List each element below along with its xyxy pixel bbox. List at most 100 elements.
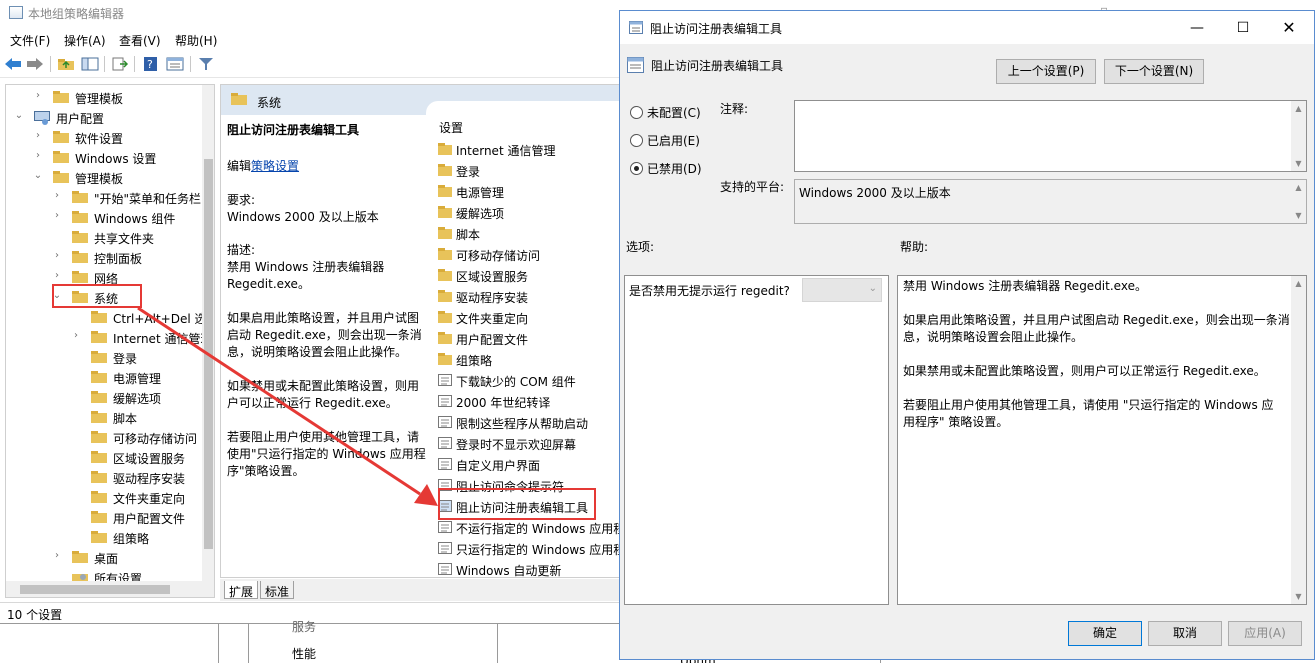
previous-setting-button[interactable]: 上一个设置(P) [996, 59, 1096, 84]
expand-icon[interactable]: › [71, 330, 81, 341]
tree-item[interactable]: 区域设置服务 [6, 447, 202, 467]
tree-item[interactable]: 文件夹重定向 [6, 487, 202, 507]
ok-button[interactable]: 确定 [1068, 621, 1142, 646]
maximize-icon[interactable]: ☐ [1220, 11, 1266, 44]
expand-icon[interactable]: › [33, 90, 43, 101]
policy-item[interactable]: 限制这些程序从帮助启动 [426, 411, 619, 432]
tree-item[interactable]: 共享文件夹 [6, 227, 202, 247]
comment-textarea[interactable]: ▲ ▼ [794, 100, 1307, 172]
policy-item[interactable]: 自定义用户界面 [426, 453, 619, 474]
tree-item[interactable]: › 管理模板 [6, 87, 202, 107]
forward-arrow-icon[interactable] [25, 55, 45, 73]
tree-item[interactable]: Ctrl+Alt+Del 选项 [6, 307, 214, 327]
edit-policy-link[interactable]: 策略设置 [251, 159, 299, 173]
settings-item-label: 2000 年世纪转译 [456, 396, 551, 410]
settings-item-label: 驱动程序安装 [456, 291, 529, 305]
settings-folder-item[interactable]: 驱动程序安装 [426, 285, 619, 306]
expand-icon[interactable]: › [52, 550, 62, 561]
platform-scrollbar[interactable]: ▲ ▼ [1291, 180, 1306, 223]
next-setting-button[interactable]: 下一个设置(N) [1104, 59, 1204, 84]
policy-item[interactable]: Windows 自动更新 [426, 558, 619, 577]
menu-action[interactable]: 操作(A) [64, 32, 106, 49]
tree-item[interactable]: › Windows 组件 [6, 207, 202, 227]
tree-item[interactable]: 脚本 [6, 407, 202, 427]
settings-folder-item[interactable]: 登录 [426, 159, 619, 180]
tree-pane[interactable]: › 管理模板 ⌄ 用户配置 › 软件设置 › Windows 设置 ⌄ 管理模板 › "开始"菜单和任… [5, 84, 215, 598]
folder-icon [438, 143, 452, 155]
policy-item[interactable]: 2000 年世纪转译 [426, 390, 619, 411]
settings-folder-item[interactable]: 文件夹重定向 [426, 306, 619, 327]
filter-icon[interactable] [196, 55, 216, 73]
back-arrow-icon[interactable] [3, 55, 23, 73]
tree-horizontal-scrollbar[interactable] [6, 581, 214, 597]
folder-icon [438, 206, 452, 218]
tree-item[interactable]: › 桌面 [6, 547, 202, 567]
tree-item[interactable]: 驱动程序安装 [6, 467, 202, 487]
tab-standard[interactable]: 标准 [260, 581, 295, 599]
dialog-titlebar: 阻止访问注册表编辑工具 — ☐ ✕ [620, 11, 1314, 44]
menu-help[interactable]: 帮助(H) [175, 32, 217, 49]
cancel-button[interactable]: 取消 [1148, 621, 1222, 646]
policy-item[interactable]: 只运行指定的 Windows 应用程序 [426, 537, 619, 558]
desc-req-label: 要求: [227, 193, 256, 207]
collapse-icon[interactable]: ⌄ [33, 170, 43, 181]
up-folder-icon[interactable] [56, 55, 76, 73]
tree-item[interactable]: ⌄ 管理模板 [6, 167, 202, 187]
tab-extended[interactable]: 扩展 [224, 581, 259, 599]
settings-folder-item[interactable]: 缓解选项 [426, 201, 619, 222]
settings-folder-item[interactable]: 电源管理 [426, 180, 619, 201]
expand-icon[interactable]: › [33, 130, 43, 141]
apply-button[interactable]: 应用(A) [1228, 621, 1302, 646]
radio-not-configured[interactable] [630, 106, 643, 119]
radio-not-configured-label[interactable]: 未配置(C) [647, 104, 701, 121]
expand-icon[interactable]: › [33, 150, 43, 161]
option-question: 是否禁用无提示运行 regedit? [629, 284, 790, 298]
comment-scrollbar[interactable]: ▲ ▼ [1291, 101, 1306, 171]
properties-view-icon[interactable] [165, 55, 185, 73]
policy-item[interactable]: 登录时不显示欢迎屏幕 [426, 432, 619, 453]
radio-disabled-label[interactable]: 已禁用(D) [647, 160, 702, 177]
menu-view[interactable]: 查看(V) [119, 32, 161, 49]
help-icon[interactable]: ? [141, 55, 161, 73]
tree-item-label: 用户配置 [56, 112, 105, 126]
policy-item[interactable]: 下载缺少的 COM 组件 [426, 369, 619, 390]
expand-icon[interactable]: › [52, 190, 62, 201]
tree-item[interactable]: › 控制面板 [6, 247, 202, 267]
settings-folder-item[interactable]: Internet 通信管理 [426, 138, 619, 159]
tree-item[interactable]: 电源管理 [6, 367, 202, 387]
settings-column-header[interactable]: 设置 [439, 119, 463, 136]
tree-item[interactable]: ⌄ 用户配置 [6, 107, 202, 127]
show-hide-tree-icon[interactable] [80, 55, 100, 73]
tree-item[interactable]: › Internet 通信管理 [6, 327, 212, 347]
tree-item[interactable]: 组策略 [6, 527, 202, 547]
export-list-icon[interactable] [110, 55, 130, 73]
tree-item[interactable]: › 软件设置 [6, 127, 202, 147]
tree-item[interactable]: 可移动存储访问 [6, 427, 202, 447]
settings-folder-item[interactable]: 组策略 [426, 348, 619, 369]
radio-disabled[interactable] [630, 162, 643, 175]
menu-file[interactable]: 文件(F) [10, 32, 50, 49]
settings-item-label: 文件夹重定向 [456, 312, 529, 326]
expand-icon[interactable]: › [52, 250, 62, 261]
tree-vertical-scrollbar[interactable] [202, 85, 214, 581]
tree-item[interactable]: 登录 [6, 347, 202, 367]
radio-enabled-label[interactable]: 已启用(E) [647, 132, 700, 149]
collapse-icon[interactable]: ⌄ [14, 110, 24, 121]
settings-folder-item[interactable]: 用户配置文件 [426, 327, 619, 348]
help-line: 禁用 Windows 注册表编辑器 Regedit.exe。 [903, 279, 1147, 293]
settings-folder-item[interactable]: 可移动存储访问 [426, 243, 619, 264]
radio-enabled[interactable] [630, 134, 643, 147]
option-dropdown[interactable]: ⌄ [802, 278, 882, 302]
close-icon[interactable]: ✕ [1266, 11, 1312, 44]
expand-icon[interactable]: › [52, 270, 62, 281]
tree-item[interactable]: › Windows 设置 [6, 147, 202, 167]
minimize-icon[interactable]: — [1174, 11, 1220, 44]
desc-line: 如果禁用或未配置此策略设置，则用 [227, 379, 420, 393]
expand-icon[interactable]: › [52, 210, 62, 221]
tree-item[interactable]: 缓解选项 [6, 387, 202, 407]
settings-folder-item[interactable]: 区域设置服务 [426, 264, 619, 285]
settings-folder-item[interactable]: 脚本 [426, 222, 619, 243]
tree-item[interactable]: › "开始"菜单和任务栏 [6, 187, 202, 207]
help-scrollbar[interactable]: ▲ ▼ [1291, 276, 1306, 604]
tree-item[interactable]: 用户配置文件 [6, 507, 202, 527]
